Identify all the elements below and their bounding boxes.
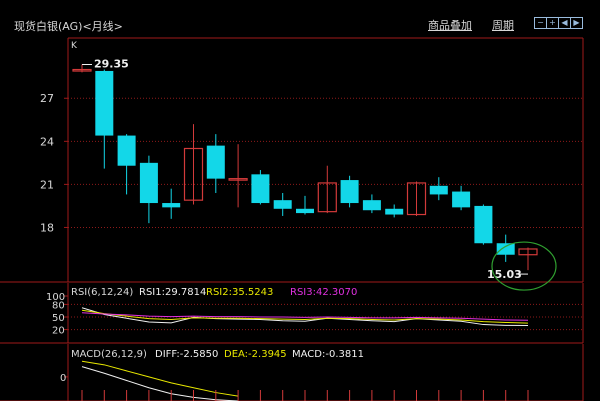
- k-tick-label: 21: [40, 178, 54, 191]
- macd-series-line: [81, 366, 239, 401]
- k-panel-label: K: [71, 41, 78, 51]
- rsi-tick-label: 50: [52, 313, 65, 324]
- candle-body: [362, 200, 381, 211]
- k-tick-label: 18: [40, 221, 54, 234]
- rsi-tick-label: 80: [52, 300, 65, 311]
- k-tick-label: 24: [40, 135, 54, 148]
- candle-body: [474, 205, 493, 244]
- macd-panel-label: MACD(26,12,9): [71, 349, 147, 360]
- candle-body: [117, 135, 136, 166]
- candle-body: [340, 180, 359, 204]
- candle-body: [206, 145, 225, 179]
- high-price-label: 29.35: [94, 58, 129, 71]
- candle-body: [452, 191, 471, 208]
- rsi-panel-label: RSI(6,12,24): [71, 287, 133, 298]
- macd-legend-item: DIFF:-2.5850: [155, 349, 218, 360]
- rsi-legend-item: RSI3:42.3070: [290, 287, 357, 298]
- candle-body: [296, 208, 314, 214]
- rsi-legend-item: RSI1:29.7814: [139, 287, 206, 298]
- candle-body: [429, 185, 448, 195]
- candle-body: [385, 208, 404, 215]
- macd-tick-label: 0: [60, 373, 66, 384]
- chart-canvas: 27242118K29.3515.03100805020RSI(6,12,24)…: [0, 37, 584, 401]
- candle-body: [95, 70, 114, 136]
- k-tick-label: 27: [40, 92, 54, 105]
- candle-body: [139, 162, 158, 204]
- rsi-legend-item: RSI2:35.5243: [206, 287, 273, 298]
- macd-legend-item: DEA:-2.3945: [224, 349, 287, 360]
- candle-body: [496, 243, 515, 255]
- candle-body: [273, 200, 292, 209]
- macd-legend-item: MACD:-0.3811: [292, 349, 364, 360]
- candle-body: [162, 203, 181, 208]
- candle-body: [251, 174, 270, 204]
- rsi-tick-label: 20: [52, 326, 65, 337]
